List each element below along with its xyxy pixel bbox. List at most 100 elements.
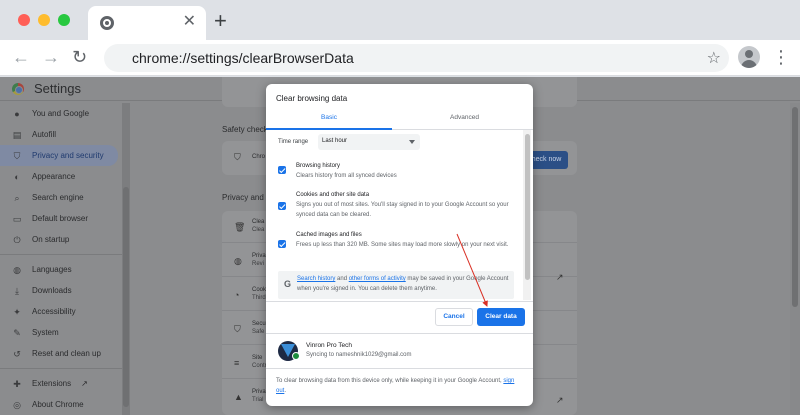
cookie-icon: ◔ [234,290,240,300]
time-range-select[interactable]: Last hour [318,134,420,150]
chrome-favicon-icon [100,16,114,30]
reset-icon: ↺ [13,348,21,359]
footer-end: . [284,388,287,394]
row-title: Priva [252,253,266,259]
close-window-button[interactable] [18,14,30,26]
row-title: Cook [252,287,267,293]
row-title: Secu [252,321,266,327]
globe-icon: ◍ [13,264,21,275]
sign-out-notice: To clear browsing data from this device … [276,376,524,396]
dialog-divider [266,368,533,369]
page-scrollbar-thumb[interactable] [792,107,798,307]
sidebar-item-label: System [32,328,59,337]
chrome-logo-icon [12,83,24,95]
account-name: Vinron Pro Tech [306,342,353,349]
tab-basic[interactable]: Basic [266,108,392,130]
row-subtitle: Trial [252,397,264,403]
option-title: Cookies and other site data [296,192,370,198]
sidebar-item-accessibility[interactable]: ✦ Accessibility [0,301,122,322]
shield-icon: ⛉ [234,324,241,334]
sidebar-item-about-chrome[interactable]: ◎ About Chrome [0,394,122,415]
sidebar-item-label: Search engine [32,193,84,202]
download-icon: ⤓ [15,285,19,296]
browsing-history-checkbox[interactable] [278,166,286,174]
row-title: Priva [252,389,266,395]
footer-text: To clear browsing data from this device … [276,378,504,384]
forward-arrow-icon[interactable]: → [42,46,60,68]
clear-data-button[interactable]: Clear data [477,308,525,326]
option-title: Cached images and files [296,232,362,238]
clear-browsing-data-dialog: Clear browsing data Basic Advanced Time … [266,84,533,406]
safety-check-heading: Safety check [222,125,268,134]
maximize-window-button[interactable] [58,14,70,26]
dialog-divider [266,301,533,302]
sidebar-item-downloads[interactable]: ⤓ Downloads [0,280,122,301]
row-subtitle: Contr [252,363,267,369]
tab-advanced[interactable]: Advanced [396,108,533,130]
sidebar-item-on-startup[interactable]: ⏻ On startup [0,229,122,250]
sidebar-item-label: Default browser [32,214,89,223]
sidebar-item-system[interactable]: ✎ System [0,322,122,343]
option-description: Signs you out of most sites. You'll stay… [296,202,509,218]
sidebar-item-label: Downloads [32,286,72,295]
sidebar-item-you-and-google[interactable]: ● You and Google [0,103,122,124]
dialog-divider [266,333,533,334]
time-range-label: Time range [278,139,309,145]
palette-icon: ◐ [14,171,20,182]
sidebar-item-label: Languages [32,265,72,274]
row-title: Clea [252,219,265,225]
close-tab-icon[interactable]: ✕ [183,12,196,32]
dialog-title: Clear browsing data [276,94,348,103]
browser-menu-icon[interactable]: ⋮ [772,46,790,68]
sidebar-item-appearance[interactable]: ◐ Appearance [0,166,122,187]
sidebar-item-default-browser[interactable]: ▭ Default browser [0,208,122,229]
new-tab-button[interactable]: + [214,10,227,32]
row-subtitle: Clea [252,227,265,233]
sidebar-item-reset-and-clean-up[interactable]: ↺ Reset and clean up [0,343,122,364]
reload-icon[interactable]: ↻ [72,46,87,68]
browser-tab[interactable]: ✕ [88,6,206,40]
settings-sidebar: ● You and Google ▤ Autofill ⛉ Privacy and s… [0,103,122,415]
sidebar-scrollbar-thumb[interactable] [123,187,129,407]
row-title: Site [252,355,263,361]
cached-images-checkbox[interactable] [278,240,286,248]
address-bar[interactable]: chrome://settings/clearBrowserData ☆ [104,44,729,72]
address-bar-url: chrome://settings/clearBrowserData [132,50,354,66]
dialog-scrollbar-thumb[interactable] [525,134,530,280]
sidebar-item-privacy-and-security[interactable]: ⛉ Privacy and security [0,145,118,166]
search-icon: ⌕ [14,192,20,203]
sidebar-item-search-engine[interactable]: ⌕ Search engine [0,187,122,208]
tab-strip: ✕ + [0,0,800,40]
trash-icon: 🗑 [234,222,246,232]
sidebar-item-label: Accessibility [32,307,76,316]
sidebar-item-languages[interactable]: ◍ Languages [0,259,122,280]
shield-check-icon: ⛉ [234,152,241,162]
profile-avatar-icon[interactable] [738,46,760,68]
power-icon: ⏻ [13,234,21,245]
cancel-button[interactable]: Cancel [435,308,473,326]
sidebar-item-autofill[interactable]: ▤ Autofill [0,124,122,145]
sidebar-item-label: Autofill [32,130,57,139]
sidebar-divider [0,368,122,369]
external-link-icon: ↗ [556,395,564,405]
option-title: Browsing history [296,163,341,169]
dialog-tabs: Basic Advanced [266,108,533,130]
browser-icon: ▭ [12,213,22,224]
other-activity-link[interactable]: other forms of activity [349,276,406,282]
sidebar-item-label: Extensions [32,379,72,388]
bookmark-star-icon[interactable]: ☆ [707,48,721,68]
sidebar-item-label: You and Google [32,109,90,118]
safety-check-text: Chro [252,154,266,160]
sidebar-item-label: About Chrome [32,400,84,409]
person-icon: ● [14,108,20,119]
sidebar-item-label: Privacy and security [32,151,104,160]
sidebar-item-label: Reset and clean up [32,349,101,358]
account-sync-status: Syncing to nameshnik1029@gmail.com [306,352,412,358]
autofill-icon: ▤ [12,129,22,140]
minimize-window-button[interactable] [38,14,50,26]
cookies-checkbox[interactable] [278,202,286,210]
back-arrow-icon[interactable]: ← [12,46,30,68]
search-history-link[interactable]: Search history [297,276,335,282]
sidebar-item-extensions[interactable]: ✚ Extensions ↗ [0,373,122,394]
option-cached-images: Cached images and files Frees up less th… [278,232,518,264]
